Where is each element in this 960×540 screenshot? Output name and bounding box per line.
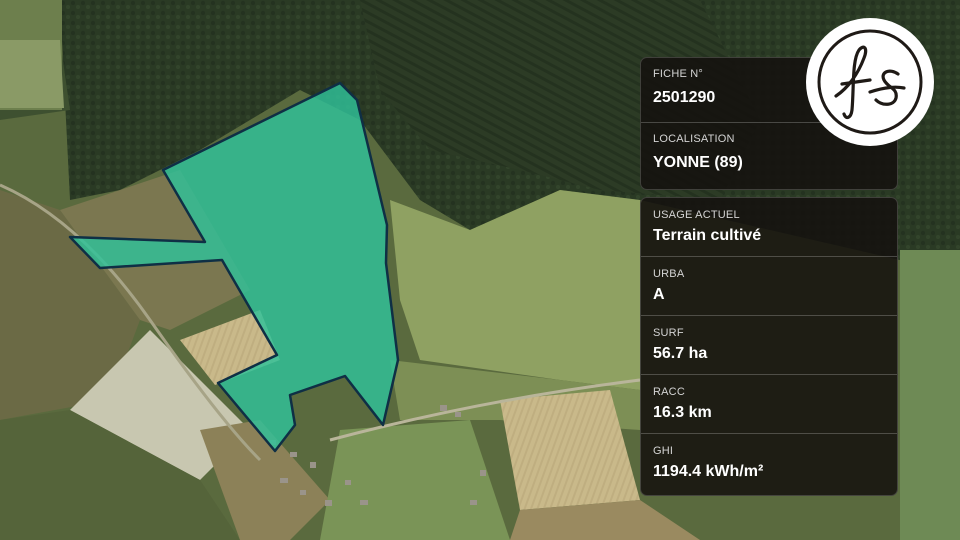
surf-value: 56.7 ha	[653, 345, 708, 362]
details-card: USAGE ACTUEL Terrain cultivé URBA A SURF…	[640, 197, 898, 496]
surf-label: SURF	[653, 327, 684, 339]
urba-row: URBA A	[641, 257, 897, 316]
map-viewer: FICHE N° 2501290 LOCALISATION YONNE (89)…	[0, 0, 960, 540]
ghi-value: 1194.4 kWh/m²	[653, 463, 764, 480]
racc-label: RACC	[653, 386, 685, 398]
racc-value: 16.3 km	[653, 404, 712, 421]
usage-row: USAGE ACTUEL Terrain cultivé	[641, 198, 897, 257]
field-east	[900, 250, 960, 540]
racc-row: RACC 16.3 km	[641, 375, 897, 434]
usage-label: USAGE ACTUEL	[653, 209, 740, 221]
ghi-label: GHI	[653, 445, 674, 457]
brand-logo	[806, 18, 934, 146]
usage-value: Terrain cultivé	[653, 227, 762, 244]
field-meadow	[390, 190, 640, 390]
urba-label: URBA	[653, 268, 685, 280]
field-west-2	[0, 40, 64, 108]
ghi-row: GHI 1194.4 kWh/m²	[641, 434, 897, 493]
fs-monogram-icon	[817, 29, 923, 135]
urba-value: A	[653, 286, 665, 303]
surf-row: SURF 56.7 ha	[641, 316, 897, 375]
localisation-value: YONNE (89)	[653, 154, 743, 171]
